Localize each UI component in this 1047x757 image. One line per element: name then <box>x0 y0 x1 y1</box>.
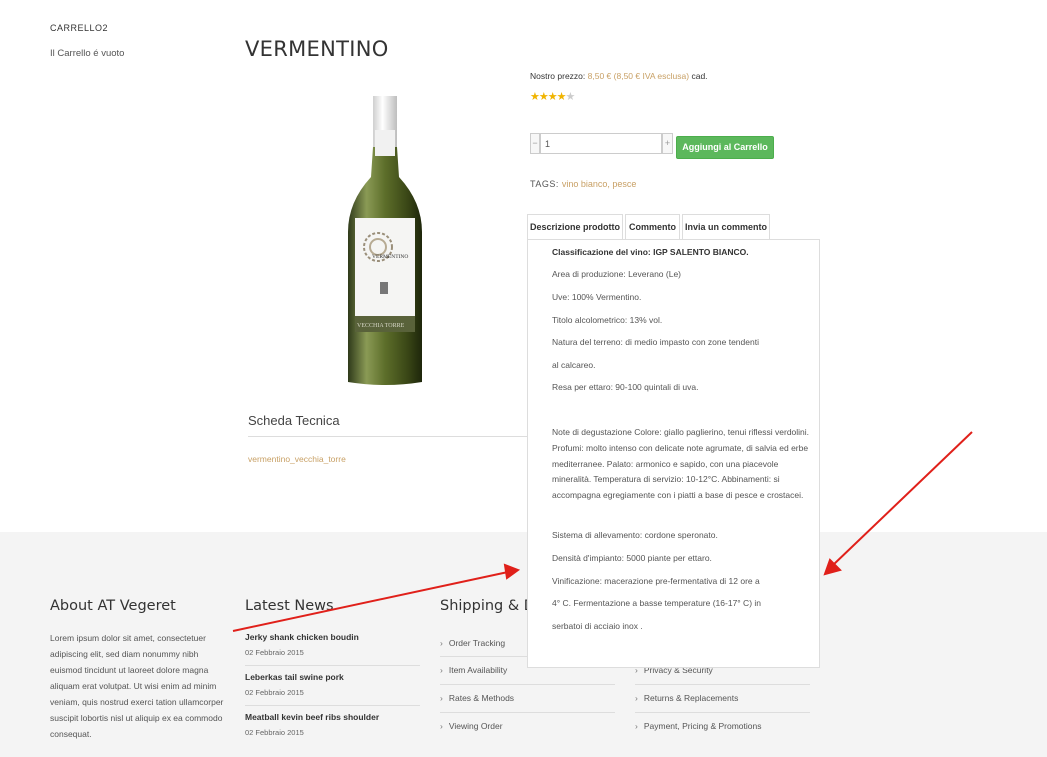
divider <box>248 436 528 437</box>
star-icon: ★ <box>538 91 549 103</box>
product-tags: TAGS: vino bianco, pesce <box>530 179 636 189</box>
scheda-tecnica-title: Scheda Tecnica <box>248 413 340 428</box>
description-line: Area di produzione: Leverano (Le) <box>552 269 681 279</box>
news-item[interactable]: Jerky shank chicken boudin 02 Febbraio 2… <box>245 632 420 657</box>
svg-text:VECCHIA TORRE: VECCHIA TORRE <box>357 323 405 329</box>
description-panel: Classificazione del vino: IGP SALENTO BI… <box>527 239 820 668</box>
product-title: VERMENTINO <box>245 37 389 61</box>
divider <box>635 712 810 713</box>
divider <box>245 665 420 666</box>
quantity-decrease-button[interactable]: − <box>530 133 540 154</box>
news-item-date: 02 Febbraio 2015 <box>245 728 304 737</box>
svg-text:VERMENTINO: VERMENTINO <box>372 254 408 260</box>
footer-link-viewing-order[interactable]: › Viewing Order <box>440 721 503 731</box>
footer-about-text: Lorem ipsum dolor sit amet, consectetuer… <box>50 633 224 739</box>
description-line: Titolo alcolometrico: 13% vol. <box>552 315 663 325</box>
tags-label: TAGS: <box>530 179 559 189</box>
description-line: Natura del terreno: di medio impasto con… <box>552 337 759 347</box>
quantity-increase-button[interactable]: + <box>662 133 673 154</box>
news-item[interactable]: Leberkas tail swine pork 02 Febbraio 201… <box>245 672 420 697</box>
cart-empty-text: Il Carrello é vuoto <box>50 48 125 59</box>
chevron-right-icon: › <box>440 638 443 648</box>
rating-stars: ★★★★★ <box>530 90 576 103</box>
chevron-right-icon: › <box>635 693 638 703</box>
description-line: Vinificazione: macerazione pre-fermentat… <box>552 576 760 586</box>
divider <box>440 712 615 713</box>
news-item-date: 02 Febbraio 2015 <box>245 688 304 697</box>
star-icon: ★ <box>547 91 558 103</box>
footer-about-title: About AT Vegeret <box>50 598 176 614</box>
news-item-title[interactable]: Jerky shank chicken boudin <box>245 632 420 642</box>
chevron-right-icon: › <box>635 721 638 731</box>
chevron-right-icon: › <box>440 693 443 703</box>
cart-title: CARRELLO2 <box>50 23 109 33</box>
footer-news-title: Latest News <box>245 598 334 614</box>
footer-link-order-tracking[interactable]: › Order Tracking <box>440 638 505 648</box>
star-icon: ★ <box>565 91 576 103</box>
star-icon: ★ <box>556 91 567 103</box>
chevron-right-icon: › <box>440 665 443 675</box>
description-line: 4° C. Fermentazione a basse temperature … <box>552 598 762 608</box>
description-line: al calcareo. <box>552 360 596 370</box>
footer-shipping-title: Shipping & D <box>440 598 535 614</box>
description-notes: Note di degustazione Colore: giallo pagl… <box>552 427 810 501</box>
quantity-input[interactable]: 1 <box>540 133 662 154</box>
tab-commento[interactable]: Commento <box>625 214 680 240</box>
description-line: Uve: 100% Vermentino. <box>552 292 642 302</box>
news-item-title[interactable]: Leberkas tail swine pork <box>245 672 420 682</box>
price-suffix: cad. <box>691 71 708 81</box>
star-icon: ★ <box>530 91 540 103</box>
divider <box>440 684 615 685</box>
description-line: Resa per ettaro: 90-100 quintali di uva. <box>552 382 699 392</box>
price-amount: 8,50 € (8,50 € IVA esclusa) <box>587 71 690 81</box>
tags-links[interactable]: vino bianco, pesce <box>562 179 637 189</box>
footer-link-item-availability[interactable]: › Item Availability <box>440 665 507 675</box>
news-item-date: 02 Febbraio 2015 <box>245 648 304 657</box>
description-line: serbatoi di acciaio inox . <box>552 621 643 631</box>
price-prefix: Nostro prezzo: <box>530 71 586 81</box>
news-item-title[interactable]: Meatball kevin beef ribs shoulder <box>245 712 420 722</box>
description-line: Sistema di allevamento: cordone speronat… <box>552 530 718 540</box>
news-item[interactable]: Meatball kevin beef ribs shoulder 02 Feb… <box>245 712 420 737</box>
description-line: Densità d'impianto: 5000 piante per etta… <box>552 553 712 563</box>
chevron-right-icon: › <box>440 721 443 731</box>
product-price: Nostro prezzo: 8,50 € (8,50 € IVA esclus… <box>530 71 708 81</box>
footer-link-payment[interactable]: › Payment, Pricing & Promotions <box>635 721 761 731</box>
description-heading: Classificazione del vino: IGP SALENTO BI… <box>552 247 749 257</box>
scheda-tecnica-link[interactable]: vermentino_vecchia_torre <box>248 454 346 464</box>
tab-invia-commento[interactable]: Invia un commento <box>682 214 770 240</box>
divider <box>635 684 810 685</box>
divider <box>245 705 420 706</box>
product-image[interactable]: VERMENTINO VECCHIA TORRE <box>330 92 440 392</box>
footer-link-rates-methods[interactable]: › Rates & Methods <box>440 693 514 703</box>
footer-link-returns[interactable]: › Returns & Replacements <box>635 693 738 703</box>
tab-descrizione[interactable]: Descrizione prodotto <box>527 214 623 240</box>
add-to-cart-button[interactable]: Aggiungi al Carrello <box>676 136 774 159</box>
